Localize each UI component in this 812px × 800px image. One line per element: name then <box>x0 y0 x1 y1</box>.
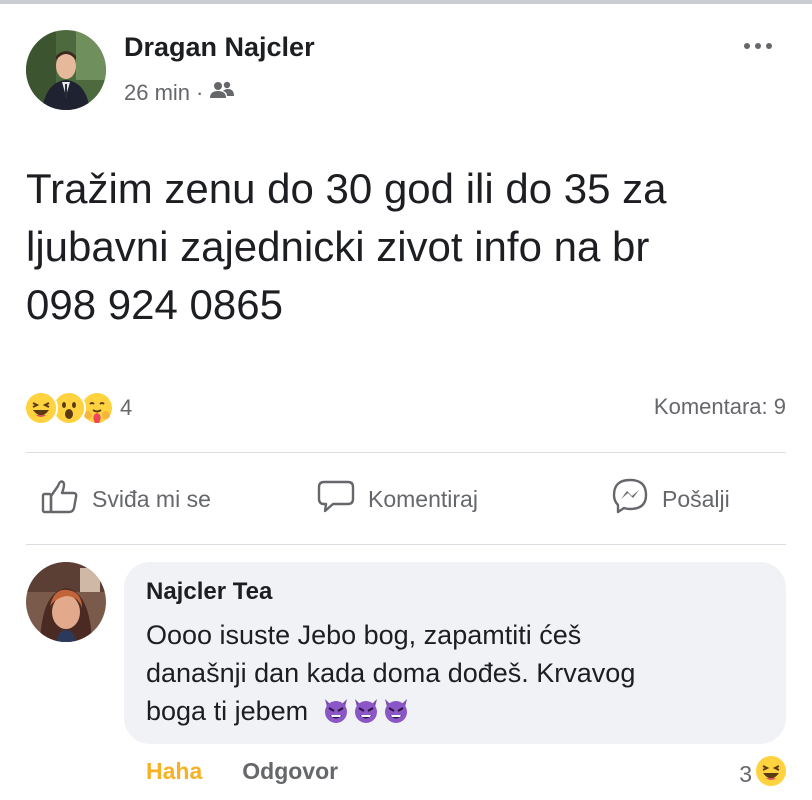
divider <box>26 544 786 545</box>
like-label: Sviđa mi se <box>92 485 211 512</box>
author-name[interactable]: Dragan Najcler <box>124 32 315 63</box>
commenter-avatar[interactable] <box>26 562 106 642</box>
more-dot <box>766 43 772 49</box>
more-dot <box>744 43 750 49</box>
post-text-line: Tražim zenu do 30 god ili do 35 za <box>26 165 667 212</box>
post-text: Tražim zenu do 30 god ili do 35 za ljuba… <box>26 160 796 334</box>
more-dot <box>755 43 761 49</box>
post-text-line: ljubavni zajednicki zivot info na br <box>26 223 650 270</box>
comment-reaction-button[interactable]: Haha <box>146 758 202 785</box>
post-meta: 26 min · <box>124 80 235 106</box>
comment-icon <box>316 476 356 522</box>
comment-text-line: današnji dan kada doma dođeš. Krvavog <box>146 658 636 688</box>
meta-separator: · <box>196 80 204 105</box>
reaction-count: 4 <box>120 395 133 420</box>
comment-text-line: Oooo isuste Jebo bog, zapamtiti ćeš <box>146 620 582 650</box>
thumbs-up-icon <box>40 476 80 522</box>
author-avatar[interactable] <box>26 30 106 110</box>
comment-reaction-count: 3 <box>739 760 752 787</box>
comment-bubble: Najcler Tea Oooo isuste Jebo bog, zapamt… <box>124 562 786 744</box>
comments-count[interactable]: Komentara: 9 <box>654 394 786 420</box>
devil-icon <box>384 699 407 723</box>
comment-reaction-summary[interactable]: 3 <box>739 756 786 792</box>
comment-text-line: boga ti jebem <box>146 692 766 730</box>
messenger-icon <box>610 476 650 522</box>
comment-author[interactable]: Najcler Tea <box>146 578 272 606</box>
post-text-line: 098 924 0865 <box>26 281 283 328</box>
reaction-summary[interactable]: 4 <box>24 388 132 428</box>
top-divider <box>0 0 812 4</box>
send-label: Pošalji <box>662 485 730 512</box>
comment-label: Komentiraj <box>368 485 478 512</box>
comment-actions: Haha Odgovor <box>146 758 338 785</box>
divider <box>26 452 786 453</box>
post-time[interactable]: 26 min <box>124 80 190 106</box>
friends-icon[interactable] <box>209 80 235 106</box>
comment-button[interactable]: Komentiraj <box>316 474 478 524</box>
reply-button[interactable]: Odgovor <box>242 758 338 785</box>
devil-icon <box>324 699 347 723</box>
comment-text-segment: boga ti jebem <box>146 696 309 726</box>
haha-icon <box>756 756 786 792</box>
send-button[interactable]: Pošalji <box>610 474 730 524</box>
devil-icon <box>354 699 377 723</box>
more-options-button[interactable] <box>736 34 780 58</box>
haha-icon <box>24 391 58 425</box>
like-button[interactable]: Sviđa mi se <box>40 474 211 524</box>
comment-text: Oooo isuste Jebo bog, zapamtiti ćeš dana… <box>146 616 766 730</box>
emoji-group <box>322 696 410 724</box>
